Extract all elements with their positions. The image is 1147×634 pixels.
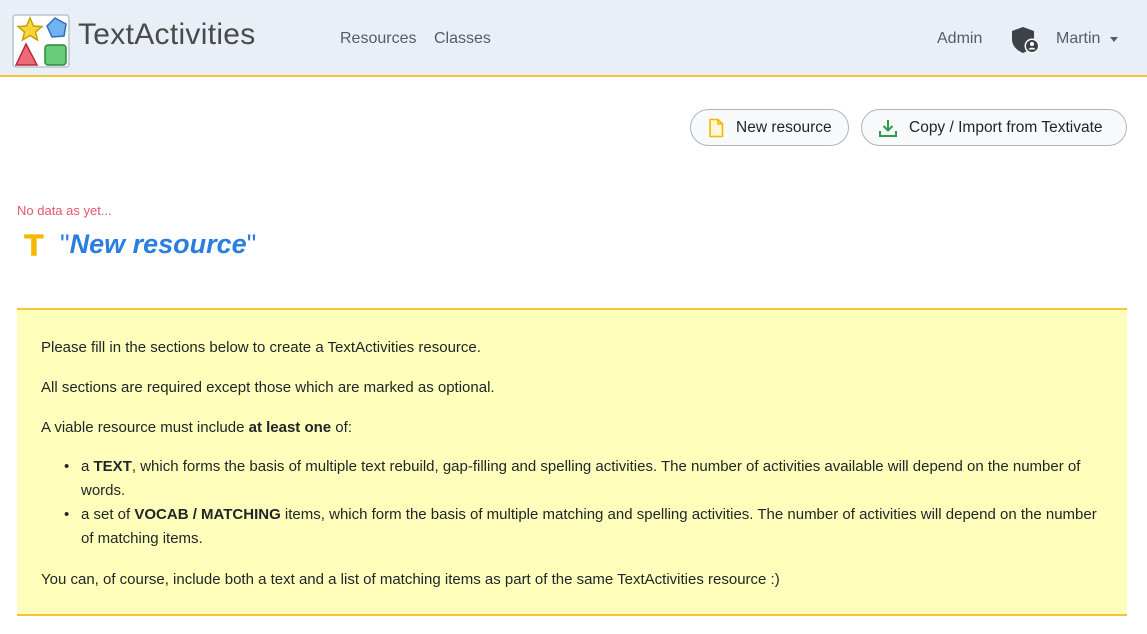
new-resource-label: New resource bbox=[736, 118, 832, 136]
close-quote: " bbox=[246, 229, 257, 259]
file-icon bbox=[709, 118, 724, 137]
status-text: No data as yet... bbox=[17, 203, 112, 218]
text-resource-icon: T bbox=[24, 229, 44, 263]
caret-down-icon[interactable] bbox=[1110, 37, 1118, 42]
nav-admin[interactable]: Admin bbox=[937, 30, 982, 48]
copy-import-label: Copy / Import from Textivate bbox=[909, 118, 1103, 136]
bullet1-pre: a bbox=[81, 458, 94, 475]
list-item-text: a TEXT, which forms the basis of multipl… bbox=[64, 455, 1101, 503]
download-icon bbox=[879, 119, 897, 137]
user-menu[interactable]: Martin bbox=[1056, 30, 1100, 48]
bullet1-bold: TEXT bbox=[93, 458, 132, 475]
info-required-note: All sections are required except those w… bbox=[41, 379, 495, 396]
info-panel: Please fill in the sections below to cre… bbox=[17, 308, 1127, 616]
info-viable-note: A viable resource must include at least … bbox=[41, 416, 352, 440]
copy-import-button[interactable]: Copy / Import from Textivate bbox=[861, 109, 1127, 146]
requirements-list: a TEXT, which forms the basis of multipl… bbox=[64, 455, 1101, 551]
bullet2-pre: a set of bbox=[81, 506, 135, 523]
shield-user-icon[interactable] bbox=[1010, 25, 1040, 55]
resource-name[interactable]: New resource bbox=[70, 229, 247, 259]
logo-icon[interactable] bbox=[12, 14, 72, 70]
brand-name[interactable]: TextActivities bbox=[78, 18, 256, 52]
bullet1-post: , which forms the basis of multiple text… bbox=[81, 458, 1081, 499]
bullet2-bold: VOCAB / MATCHING bbox=[134, 506, 281, 523]
viable-bold: at least one bbox=[248, 419, 332, 436]
viable-pre: A viable resource must include bbox=[41, 419, 249, 436]
nav-resources[interactable]: Resources bbox=[340, 30, 416, 48]
viable-post: of: bbox=[331, 419, 352, 436]
resource-title: "New resource" bbox=[60, 229, 256, 260]
open-quote: " bbox=[60, 229, 70, 259]
list-item-vocab: a set of VOCAB / MATCHING items, which f… bbox=[64, 503, 1101, 551]
info-closing-note: You can, of course, include both a text … bbox=[41, 571, 780, 588]
top-navbar: TextActivities Resources Classes Admin M… bbox=[0, 0, 1147, 77]
new-resource-button[interactable]: New resource bbox=[690, 109, 849, 146]
info-intro: Please fill in the sections below to cre… bbox=[41, 339, 481, 356]
nav-classes[interactable]: Classes bbox=[434, 30, 491, 48]
